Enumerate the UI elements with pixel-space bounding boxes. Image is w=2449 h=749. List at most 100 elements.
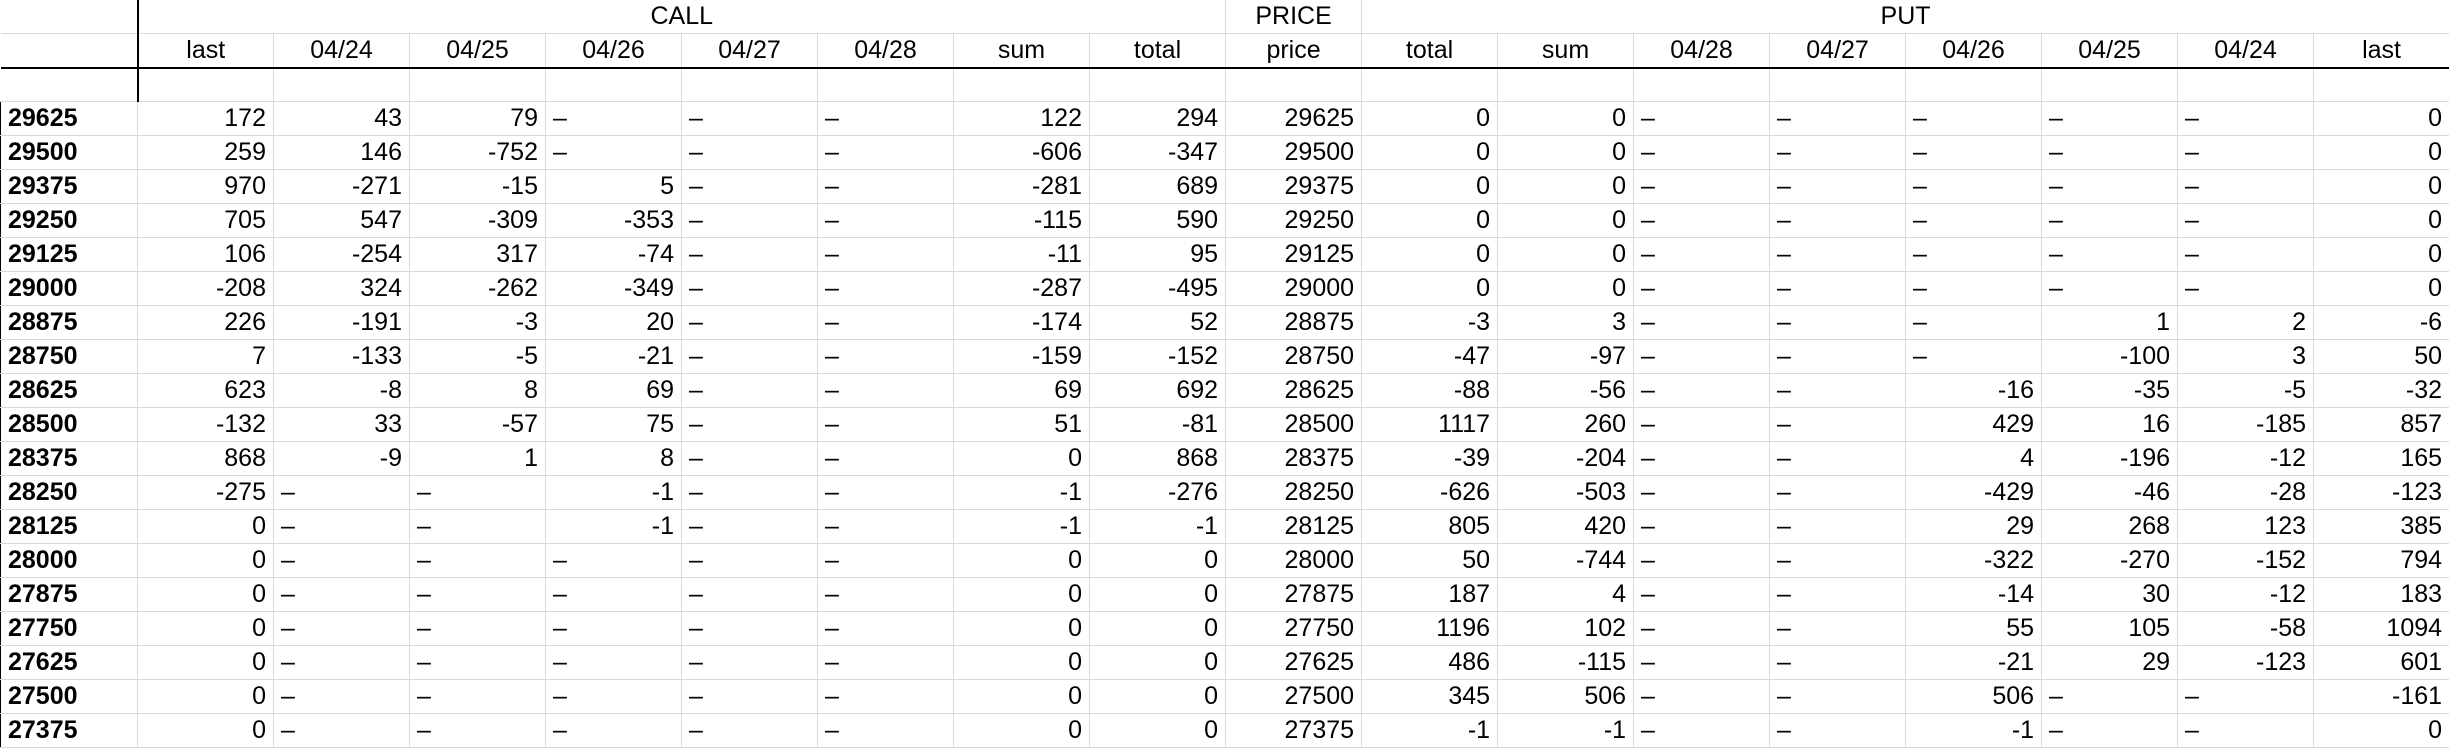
price-cell[interactable]: 27500 [1225,679,1363,714]
data-cell[interactable]: – [681,441,818,476]
column-header[interactable]: 04/26 [545,33,682,69]
data-cell[interactable]: -1 [545,509,682,544]
data-cell[interactable]: 0 [1089,543,1227,578]
data-cell[interactable]: 0 [137,543,274,578]
data-cell[interactable]: 0 [953,679,1090,714]
price-cell[interactable]: 29000 [1225,271,1363,306]
blank-cell[interactable] [2041,68,2179,102]
data-cell[interactable]: – [273,645,410,680]
data-cell[interactable]: – [2177,713,2315,748]
blank-cell[interactable] [817,68,954,102]
data-cell[interactable]: 705 [137,203,274,238]
data-cell[interactable]: 294 [1089,101,1227,136]
data-cell[interactable]: – [1769,441,1907,476]
data-cell[interactable]: 3 [2177,339,2315,374]
data-cell[interactable]: – [817,713,954,748]
data-cell[interactable]: 0 [1361,135,1499,170]
data-cell[interactable]: 259 [137,135,274,170]
column-header[interactable]: total [1361,33,1499,69]
data-cell[interactable]: 0 [1497,203,1635,238]
price-cell[interactable]: 28000 [1225,543,1363,578]
data-cell[interactable]: – [1633,169,1771,204]
data-cell[interactable]: 2 [2177,305,2315,340]
data-cell[interactable]: 0 [953,611,1090,646]
data-cell[interactable]: 5 [545,169,682,204]
data-cell[interactable]: 623 [137,373,274,408]
data-cell[interactable]: – [2041,713,2179,748]
column-header[interactable]: 04/28 [1633,33,1771,69]
data-cell[interactable]: – [1633,543,1771,578]
row-strike-label[interactable]: 28500 [0,406,138,442]
blank-cell[interactable] [1225,68,1363,102]
data-cell[interactable]: – [817,577,954,612]
data-cell[interactable]: -123 [2177,645,2315,680]
data-cell[interactable]: 868 [137,441,274,476]
data-cell[interactable]: -97 [1497,339,1635,374]
data-cell[interactable]: 970 [137,169,274,204]
data-cell[interactable]: – [817,305,954,340]
data-cell[interactable]: -14 [1905,577,2043,612]
column-header[interactable]: total [1089,33,1227,69]
data-cell[interactable]: -1 [1361,713,1499,748]
data-cell[interactable]: 0 [1361,203,1499,238]
data-cell[interactable]: -606 [953,135,1090,170]
data-cell[interactable]: 43 [273,101,410,136]
data-cell[interactable]: -132 [137,407,274,442]
data-cell[interactable]: 75 [545,407,682,442]
data-cell[interactable]: – [817,101,954,136]
data-cell[interactable]: – [409,475,546,510]
data-cell[interactable]: -12 [2177,441,2315,476]
row-strike-label[interactable]: 29000 [0,270,138,306]
data-cell[interactable]: – [409,509,546,544]
data-cell[interactable]: – [2041,135,2179,170]
data-cell[interactable]: 187 [1361,577,1499,612]
data-cell[interactable]: – [1905,169,2043,204]
data-cell[interactable]: -322 [1905,543,2043,578]
data-cell[interactable]: – [273,543,410,578]
data-cell[interactable]: – [1633,237,1771,272]
price-cell[interactable]: 28750 [1225,339,1363,374]
price-cell[interactable]: 29500 [1225,135,1363,170]
price-cell[interactable]: 28500 [1225,407,1363,442]
data-cell[interactable]: -204 [1497,441,1635,476]
data-cell[interactable]: – [817,441,954,476]
data-cell[interactable]: 33 [273,407,410,442]
data-cell[interactable]: – [1633,509,1771,544]
data-cell[interactable]: – [1633,373,1771,408]
blank-cell[interactable] [1633,68,1771,102]
data-cell[interactable]: 8 [545,441,682,476]
data-cell[interactable]: – [273,475,410,510]
data-cell[interactable]: 0 [137,645,274,680]
data-cell[interactable]: – [2041,271,2179,306]
data-cell[interactable]: – [817,339,954,374]
data-cell[interactable]: – [1769,713,1907,748]
data-cell[interactable]: – [1769,475,1907,510]
data-cell[interactable]: 601 [2313,645,2449,680]
data-cell[interactable]: 506 [1497,679,1635,714]
data-cell[interactable]: 0 [1089,713,1227,748]
data-cell[interactable]: -15 [409,169,546,204]
data-cell[interactable]: 1094 [2313,611,2449,646]
data-cell[interactable]: – [273,577,410,612]
row-strike-label[interactable]: 28875 [0,304,138,340]
data-cell[interactable]: 20 [545,305,682,340]
data-cell[interactable]: 102 [1497,611,1635,646]
data-cell[interactable]: – [273,713,410,748]
blank-cell[interactable] [2177,68,2315,102]
blank-cell[interactable] [1905,68,2043,102]
data-cell[interactable]: – [817,135,954,170]
data-cell[interactable]: – [2041,203,2179,238]
data-cell[interactable]: -287 [953,271,1090,306]
data-cell[interactable]: – [1769,577,1907,612]
data-cell[interactable]: – [681,203,818,238]
data-cell[interactable]: 0 [953,441,1090,476]
row-strike-label[interactable]: 27750 [0,610,138,646]
row-strike-label[interactable]: 29500 [0,134,138,170]
data-cell[interactable]: 4 [1905,441,2043,476]
data-cell[interactable]: 486 [1361,645,1499,680]
data-cell[interactable]: -309 [409,203,546,238]
row-strike-label[interactable]: 28250 [0,474,138,510]
put-group-header[interactable]: PUT [1361,0,2449,34]
data-cell[interactable]: – [2177,169,2315,204]
row-strike-label[interactable]: 28000 [0,542,138,578]
